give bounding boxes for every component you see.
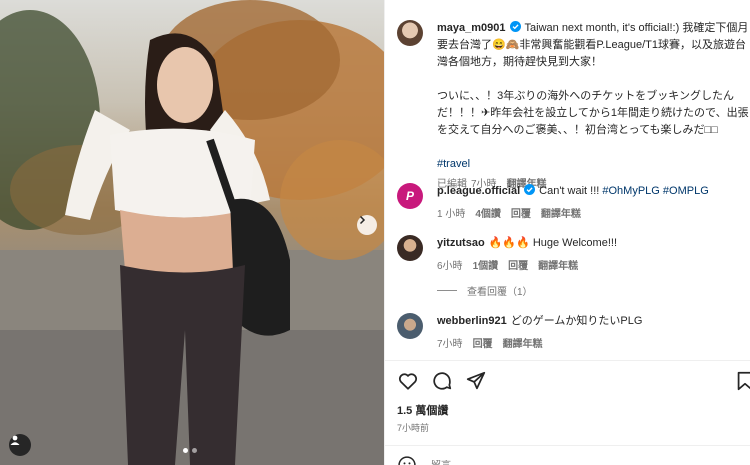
commenter-username[interactable]: yitzutsao [437, 237, 485, 249]
author-username[interactable]: maya_m0901 [437, 22, 506, 34]
heart-icon[interactable] [397, 370, 419, 392]
comment-reply-button[interactable]: 回覆 [508, 258, 528, 275]
paper-plane-icon[interactable] [465, 370, 487, 392]
comment-time[interactable]: 1 小時 [437, 206, 465, 223]
add-comment-input[interactable] [431, 459, 681, 465]
section-divider [385, 360, 750, 361]
comment-icon[interactable] [431, 370, 453, 392]
comment-reply-button[interactable]: 回覆 [511, 206, 531, 223]
comment-likes[interactable]: 4個讚 [475, 206, 501, 223]
posted-time[interactable]: 7小時前 [397, 421, 429, 434]
post-detail-panel: maya_m0901 Taiwan next month, it's offici… [384, 0, 750, 465]
emoji-icon[interactable] [397, 455, 417, 465]
pleague-logo: P [405, 189, 414, 203]
commenter-avatar[interactable] [397, 313, 423, 339]
comment-item: yitzutsao 🔥🔥🔥 Huge Welcome!!! 6小時 1個讚 回覆 … [397, 235, 749, 275]
author-avatar[interactable] [397, 20, 423, 46]
carousel-indicator [183, 448, 197, 453]
comment-reply-button[interactable]: 回覆 [473, 336, 493, 353]
verified-badge-icon [509, 21, 521, 32]
user-tag-icon [10, 435, 20, 445]
caption-english: Taiwan next month, it's official!:) [524, 22, 680, 34]
section-divider [385, 445, 750, 446]
comment-time[interactable]: 7小時 [437, 336, 463, 353]
carousel-dot [192, 448, 197, 453]
comment-hashtags[interactable]: #OhMyPLG #OMPLG [602, 185, 708, 197]
comment-item: webberlin921 どのゲームか知りたいPLG 7小時 回覆 翻譯年糕 [397, 313, 749, 353]
post-photo[interactable] [0, 0, 384, 465]
comment-translate-link[interactable]: 翻譯年糕 [538, 258, 578, 275]
comment-time[interactable]: 6小時 [437, 258, 463, 275]
commenter-avatar[interactable]: P [397, 183, 423, 209]
comment-item: P p.league.official Can't wait !!! #OhMyP… [397, 183, 749, 223]
post-caption: maya_m0901 Taiwan next month, it's offici… [397, 20, 749, 193]
replies-divider-line [437, 290, 457, 291]
caption-japanese: ついに、、！3年ぶりの海外へのチケットをブッキングしたんだ！！！✈昨年会社を設立… [437, 90, 749, 136]
tagged-users-button[interactable] [9, 434, 31, 456]
comment-translate-link[interactable]: 翻譯年糕 [503, 336, 543, 353]
view-replies-label: 查看回覆（1） [467, 287, 533, 298]
commenter-avatar[interactable] [397, 235, 423, 261]
action-bar [397, 370, 487, 392]
comment-text: Can't wait !!! [539, 185, 603, 197]
photo-illustration [0, 0, 384, 465]
commenter-username[interactable]: webberlin921 [437, 315, 507, 327]
next-photo-button[interactable] [357, 215, 377, 235]
comment-likes[interactable]: 1個讚 [473, 258, 499, 275]
bookmark-icon[interactable] [734, 370, 750, 392]
comment-translate-link[interactable]: 翻譯年糕 [541, 206, 581, 223]
likes-count[interactable]: 1.5 萬個讚 [397, 402, 448, 418]
chevron-right-icon [359, 215, 366, 225]
comment-text: 🔥🔥🔥 Huge Welcome!!! [488, 237, 617, 249]
verified-badge-icon [524, 184, 536, 195]
view-replies-button[interactable]: 查看回覆（1） [437, 283, 533, 298]
comment-text: どのゲームか知りたいPLG [510, 315, 643, 327]
commenter-username[interactable]: p.league.official [437, 185, 520, 197]
add-comment-bar [397, 455, 681, 465]
caption-hashtag[interactable]: #travel [437, 156, 749, 173]
carousel-dot-active [183, 448, 188, 453]
